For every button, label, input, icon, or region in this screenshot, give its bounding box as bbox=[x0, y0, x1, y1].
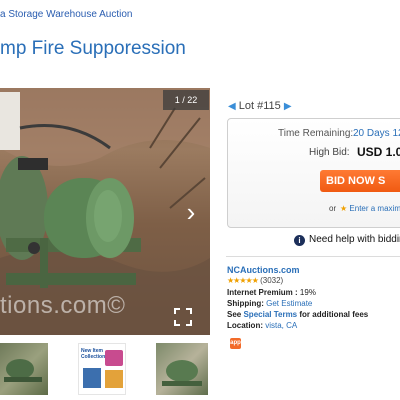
or-label: or bbox=[329, 204, 337, 213]
divider bbox=[226, 256, 400, 257]
next-lot-arrow-icon[interactable]: ▶ bbox=[284, 101, 292, 112]
lot-number: Lot #115 bbox=[238, 100, 281, 112]
high-bid-value: USD 1.0 bbox=[357, 145, 400, 159]
location-row: Location: vista, CA bbox=[227, 321, 297, 330]
internet-premium-label: Internet Premium : bbox=[227, 288, 298, 297]
flyer-thumbnail[interactable]: New Item Collection bbox=[78, 343, 126, 395]
fees-label: for additional fees bbox=[299, 310, 369, 319]
info-icon: i bbox=[294, 235, 305, 246]
shipping-label: Shipping: bbox=[227, 299, 264, 308]
max-bid-label: Enter a maximum bbox=[349, 204, 400, 213]
rating-count: (3032) bbox=[260, 276, 284, 285]
time-remaining-label: Time Remaining: bbox=[278, 128, 354, 139]
next-photo-chevron-icon[interactable]: › bbox=[180, 197, 202, 227]
app-badge-icon[interactable]: app bbox=[230, 338, 241, 349]
get-estimate-link[interactable]: Get Estimate bbox=[266, 299, 312, 308]
max-bid-link[interactable]: ★ Enter a maximum bbox=[340, 204, 400, 213]
high-bid-label: High Bid: bbox=[309, 147, 350, 158]
help-link[interactable]: i Need help with biddin bbox=[294, 234, 400, 246]
seller-name-link[interactable]: NCAuctions.com bbox=[227, 265, 300, 275]
bid-now-button[interactable]: BID NOW S bbox=[320, 170, 400, 192]
lot-navigation: ◀ Lot #115 ▶ bbox=[228, 100, 292, 112]
flyer-image bbox=[83, 368, 101, 388]
location-link[interactable]: vista, CA bbox=[265, 321, 297, 330]
internet-premium-row: Internet Premium : 19% bbox=[227, 288, 316, 297]
flyer-image bbox=[105, 350, 123, 366]
flyer-heading: New Item Collection bbox=[81, 348, 106, 360]
see-label: See bbox=[227, 310, 242, 319]
star-icon: ★ bbox=[340, 204, 348, 213]
bid-now-label: BID NOW S bbox=[326, 175, 386, 187]
photo-counter: 1 / 22 bbox=[163, 90, 209, 110]
photo-thumbnail[interactable] bbox=[0, 343, 48, 395]
fullscreen-icon[interactable] bbox=[173, 307, 193, 327]
previous-lot-arrow-icon[interactable]: ◀ bbox=[228, 101, 236, 112]
location-label: Location: bbox=[227, 321, 263, 330]
photo-thumbnail[interactable] bbox=[156, 343, 208, 395]
special-terms-row: See Special Terms for additional fees bbox=[227, 310, 368, 319]
special-terms-link[interactable]: Special Terms bbox=[243, 310, 297, 319]
shipping-row: Shipping: Get Estimate bbox=[227, 299, 312, 308]
photo-watermark: tions.com© bbox=[0, 292, 126, 319]
breadcrumb[interactable]: a Storage Warehouse Auction bbox=[0, 9, 133, 20]
time-remaining-value: 20 Days 12 bbox=[353, 128, 400, 139]
help-label: Need help with biddin bbox=[309, 234, 400, 245]
page-title: mp Fire Supporession bbox=[0, 38, 186, 59]
seller-rating: ★★★★★ (3032) bbox=[227, 276, 283, 285]
internet-premium-value: 19% bbox=[299, 288, 316, 297]
flyer-image bbox=[105, 370, 123, 388]
rating-stars-icon: ★★★★★ bbox=[227, 276, 259, 285]
